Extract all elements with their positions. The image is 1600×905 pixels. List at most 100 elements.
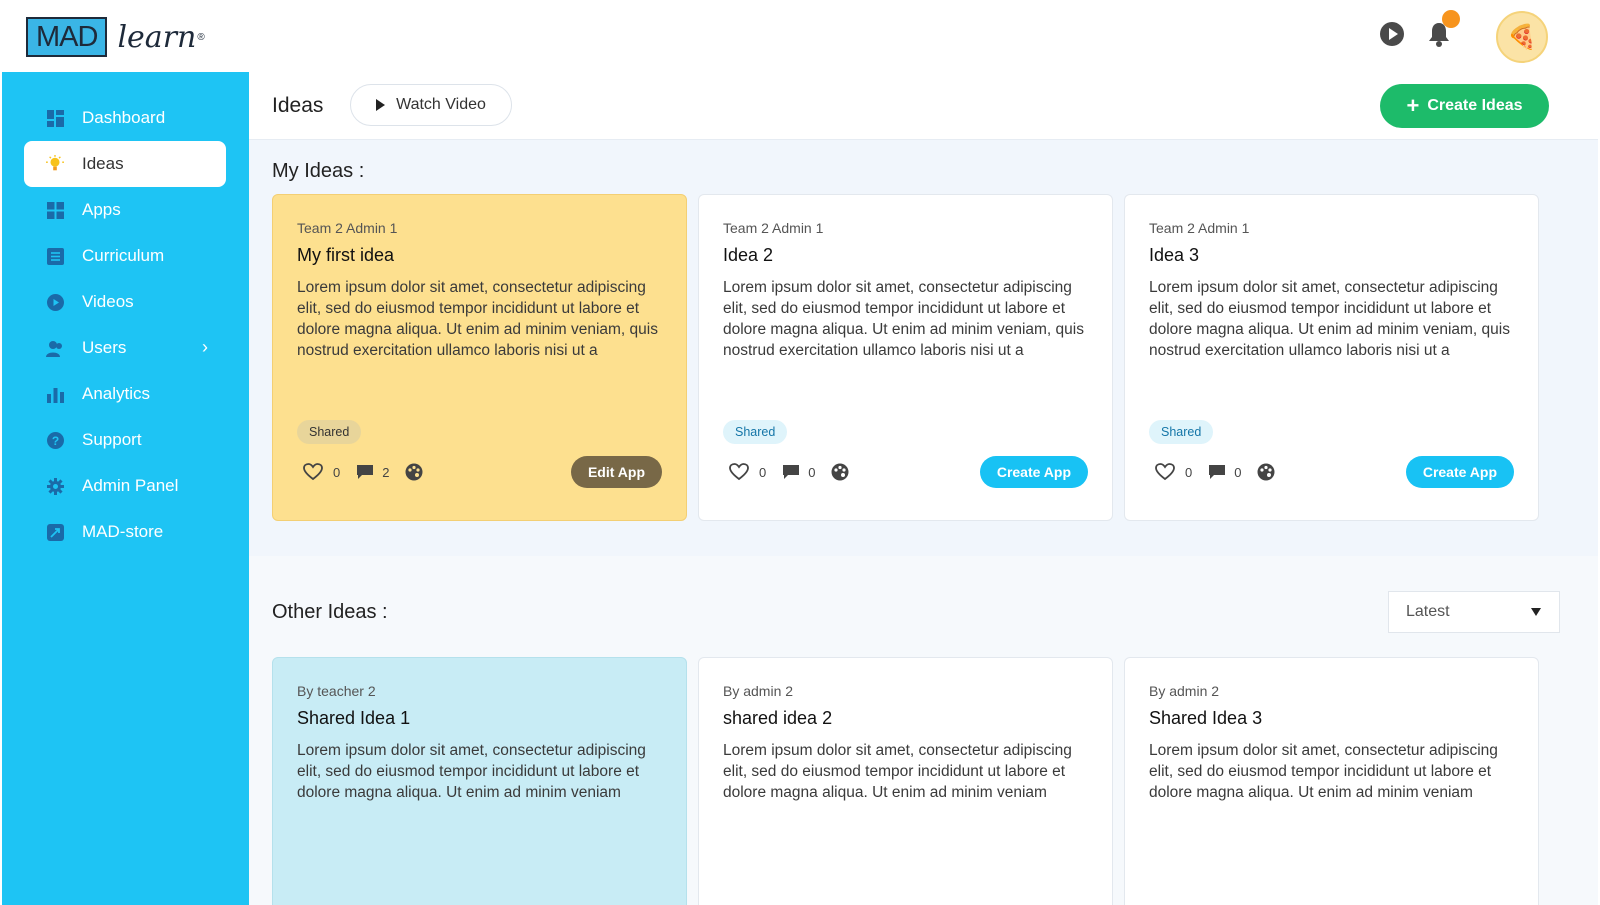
heart-icon[interactable] (729, 463, 749, 481)
sidebar: Dashboard Ideas Apps Curriculum Videos U… (2, 72, 249, 905)
my-ideas-title: My Ideas : (272, 160, 365, 182)
sort-selected-value: Latest (1406, 603, 1450, 620)
sort-dropdown[interactable]: Latest (1388, 591, 1560, 633)
sidebar-item-label: Curriculum (82, 246, 165, 265)
idea-stats: 0 0 (729, 463, 849, 481)
support-icon: ? (46, 431, 64, 449)
caret-down-icon (1531, 608, 1541, 616)
palette-icon[interactable] (405, 463, 423, 481)
likes-count: 0 (759, 464, 767, 480)
sidebar-item-label: Dashboard (82, 108, 166, 127)
curriculum-icon (46, 247, 64, 265)
mad-learn-logo[interactable]: MAD learn ® (26, 15, 205, 59)
sidebar-item-label: Admin Panel (82, 476, 179, 495)
gear-icon (46, 477, 64, 495)
plus-icon: + (1406, 93, 1420, 118)
shared-idea-card[interactable]: By admin 2 Shared Idea 3 Lorem ipsum dol… (1124, 657, 1539, 905)
idea-description: Lorem ipsum dolor sit amet, consectetur … (723, 742, 1072, 801)
sidebar-item-curriculum[interactable]: Curriculum (24, 233, 226, 279)
idea-card[interactable]: Team 2 Admin 1 Idea 3 Lorem ipsum dolor … (1124, 194, 1539, 521)
sidebar-item-label: Ideas (82, 154, 124, 173)
video-icon (46, 293, 64, 311)
sidebar-item-admin-panel[interactable]: Admin Panel (24, 463, 226, 509)
comments-count: 2 (382, 464, 390, 480)
idea-author: Team 2 Admin 1 (1149, 220, 1250, 236)
comment-icon[interactable] (356, 464, 374, 480)
logo-registered-mark: ® (197, 31, 205, 43)
create-app-button[interactable]: Create App (1405, 456, 1514, 488)
sidebar-item-analytics[interactable]: Analytics (24, 371, 226, 417)
idea-author: Team 2 Admin 1 (723, 220, 824, 236)
sidebar-item-label: Analytics (82, 384, 151, 403)
create-app-button[interactable]: Create App (979, 456, 1088, 488)
page-title: Ideas (272, 94, 324, 117)
idea-title: Shared Idea 1 (297, 708, 411, 728)
idea-card[interactable]: Team 2 Admin 1 Idea 2 Lorem ipsum dolor … (698, 194, 1113, 521)
palette-icon[interactable] (831, 463, 849, 481)
heart-icon[interactable] (303, 463, 323, 481)
create-ideas-button[interactable]: + Create Ideas (1380, 84, 1549, 128)
comment-icon[interactable] (782, 464, 800, 480)
notification-dot (1442, 10, 1460, 28)
likes-count: 0 (1185, 464, 1193, 480)
idea-description: Lorem ipsum dolor sit amet, consectetur … (297, 742, 646, 801)
logo-mad-text: MAD (26, 17, 108, 57)
analytics-icon (46, 385, 64, 403)
chevron-right-icon[interactable]: › (202, 337, 208, 358)
idea-title: Idea 3 (1149, 245, 1200, 265)
play-icon[interactable] (1380, 22, 1404, 46)
sidebar-item-support[interactable]: ? Support (24, 417, 226, 463)
idea-author: Team 2 Admin 1 (297, 220, 398, 236)
idea-description: Lorem ipsum dolor sit amet, consectetur … (1149, 279, 1510, 359)
sidebar-item-ideas[interactable]: Ideas (24, 141, 226, 187)
main-content: Ideas Watch Video + Create Ideas My Idea… (249, 72, 1598, 905)
shared-idea-card[interactable]: By teacher 2 Shared Idea 1 Lorem ipsum d… (272, 657, 687, 905)
comments-count: 0 (1234, 464, 1242, 480)
watch-video-button[interactable]: Watch Video (350, 84, 512, 126)
palette-icon[interactable] (1257, 463, 1275, 481)
watch-video-label: Watch Video (396, 96, 486, 113)
likes-count: 0 (333, 464, 341, 480)
play-icon (376, 99, 386, 111)
sidebar-item-mad-store[interactable]: MAD-store (24, 509, 226, 555)
idea-card[interactable]: Team 2 Admin 1 My first idea Lorem ipsum… (272, 194, 687, 521)
dashboard-icon (46, 109, 64, 127)
idea-description: Lorem ipsum dolor sit amet, consectetur … (1149, 742, 1498, 801)
idea-stats: 0 0 (1155, 463, 1275, 481)
shared-badge: Shared (723, 420, 788, 444)
users-icon (46, 339, 64, 357)
lightbulb-icon (46, 155, 64, 173)
sidebar-item-users[interactable]: Users › (24, 325, 226, 371)
idea-description: Lorem ipsum dolor sit amet, consectetur … (723, 279, 1084, 359)
idea-title: Shared Idea 3 (1149, 708, 1263, 728)
apps-icon (46, 201, 64, 219)
comment-icon[interactable] (1208, 464, 1226, 480)
idea-description: Lorem ipsum dolor sit amet, consectetur … (297, 279, 658, 359)
sidebar-item-label: Support (82, 430, 142, 449)
shared-badge: Shared (1149, 420, 1214, 444)
page-header: Ideas Watch Video + Create Ideas (249, 72, 1598, 140)
sidebar-item-label: Apps (82, 200, 121, 219)
sidebar-item-label: MAD-store (82, 522, 164, 541)
sidebar-item-dashboard[interactable]: Dashboard (24, 95, 226, 141)
avatar[interactable]: 🍕 (1496, 11, 1548, 63)
heart-icon[interactable] (1155, 463, 1175, 481)
sidebar-item-apps[interactable]: Apps (24, 187, 226, 233)
store-icon (46, 523, 64, 541)
avatar-pizza-icon: 🍕 (1507, 23, 1537, 51)
sidebar-item-label: Videos (82, 292, 134, 311)
other-ideas-title: Other Ideas : (272, 601, 388, 623)
idea-title: shared idea 2 (723, 708, 833, 728)
idea-title: My first idea (297, 245, 395, 265)
sidebar-item-label: Users (82, 338, 127, 357)
idea-author: By admin 2 (723, 683, 794, 699)
sidebar-item-videos[interactable]: Videos (24, 279, 226, 325)
edit-app-button[interactable]: Edit App (570, 456, 662, 488)
idea-title: Idea 2 (723, 245, 774, 265)
idea-author: By admin 2 (1149, 683, 1220, 699)
top-bar: MAD learn ® (2, 3, 1598, 73)
shared-idea-card[interactable]: By admin 2 shared idea 2 Lorem ipsum dol… (698, 657, 1113, 905)
shared-badge: Shared (297, 420, 362, 444)
logo-learn-text: learn (117, 19, 197, 55)
svg-text:?: ? (51, 434, 58, 448)
